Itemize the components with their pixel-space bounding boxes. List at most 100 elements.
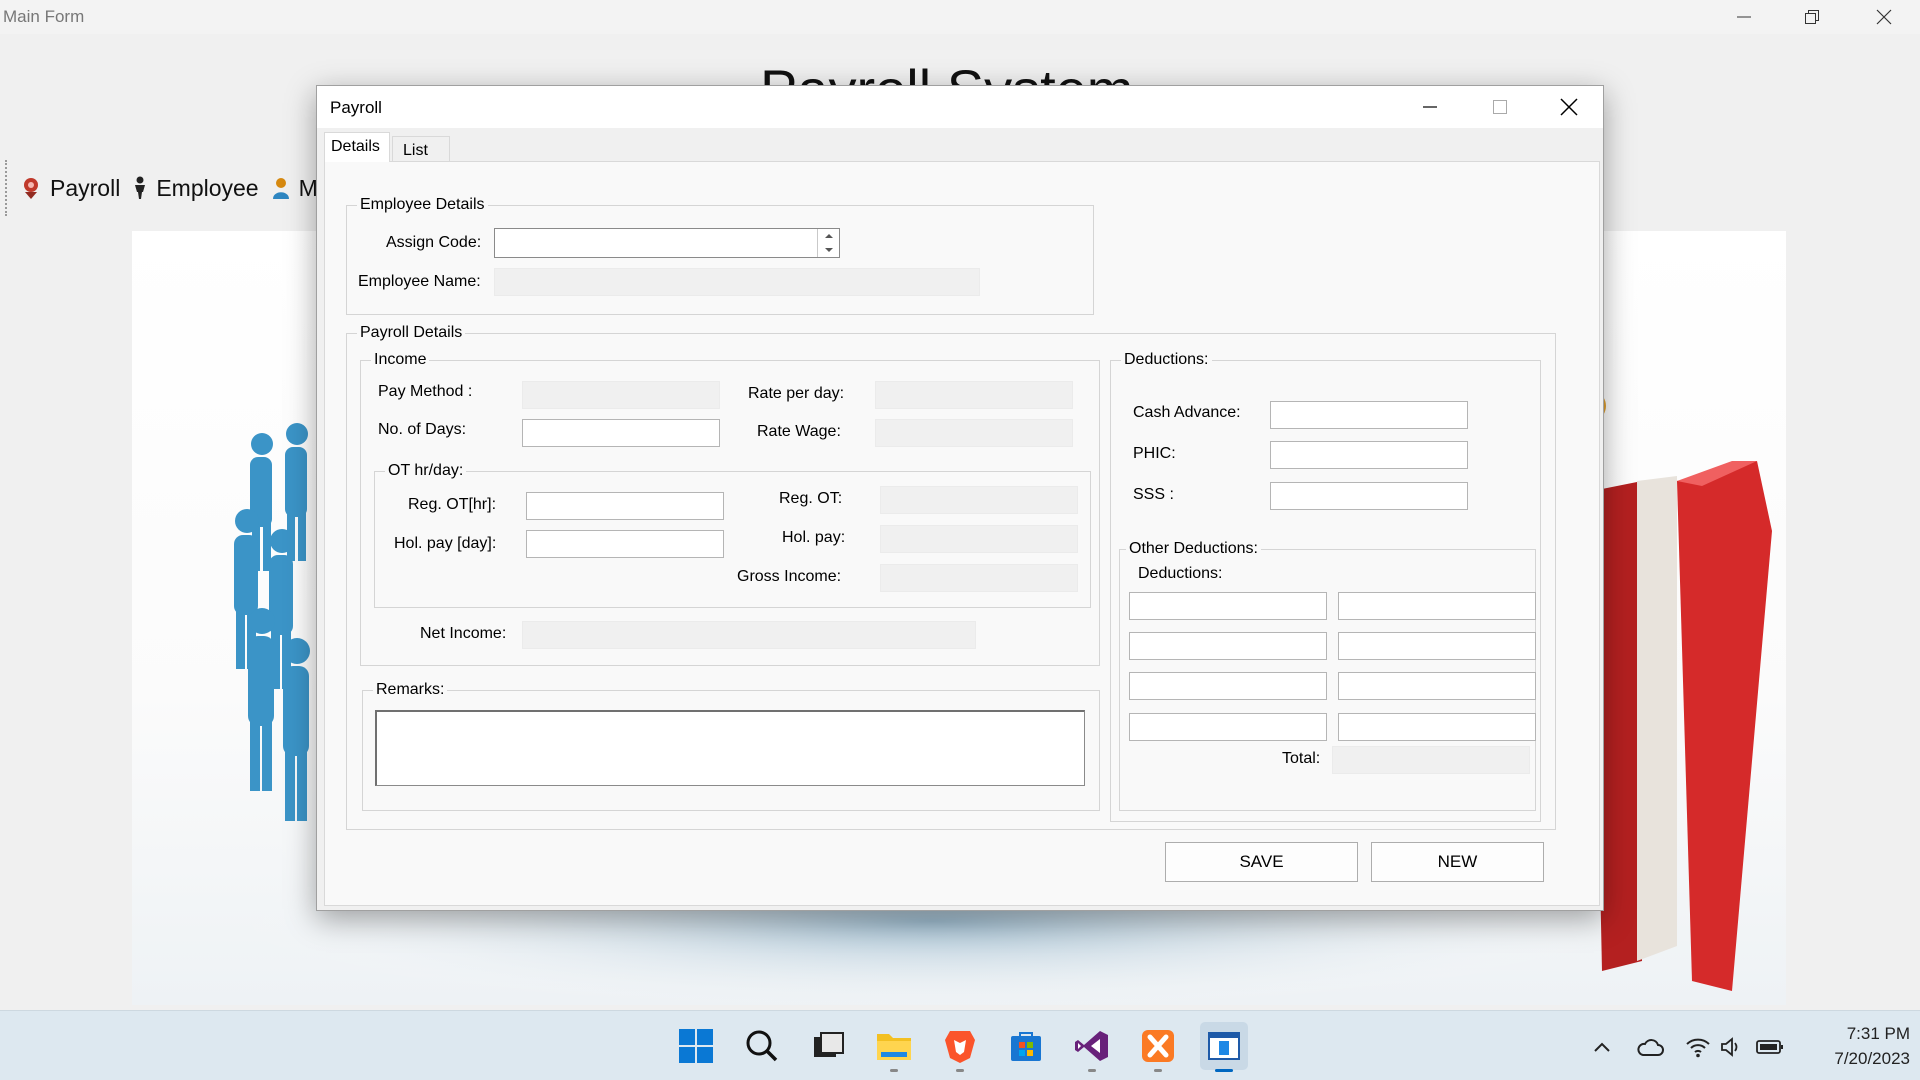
income-legend: Income (371, 351, 430, 369)
minimize-button[interactable] (1710, 0, 1778, 34)
employee-details-group: Employee Details Assign Code: Employee N… (346, 196, 1094, 315)
dialog-minimize-button[interactable] (1396, 86, 1464, 128)
tab-details[interactable]: Details (324, 132, 390, 162)
no-of-days-label: No. of Days: (378, 421, 467, 438)
other-deductions-group: Other Deductions: Deductions: Total: (1119, 540, 1536, 811)
cash-advance-label: Cash Advance: (1133, 404, 1241, 421)
gross-income-field (880, 564, 1078, 592)
hol-pay-field (880, 525, 1078, 553)
clock-date: 7/20/2023 (1834, 1049, 1910, 1068)
taskbar-microsoft-store[interactable] (1002, 1022, 1050, 1070)
show-hidden-icons-button[interactable] (1588, 1034, 1616, 1060)
taskbar-clock[interactable]: 7:31 PM 7/20/2023 (1800, 1021, 1910, 1071)
details-tab-page: Employee Details Assign Code: Employee N… (324, 161, 1600, 906)
spin-down-button[interactable] (818, 243, 839, 257)
other-deduction-amount-2[interactable] (1338, 632, 1536, 660)
main-toolbar: Payroll Employee M (0, 156, 340, 220)
running-indicator (1154, 1069, 1162, 1072)
onedrive-tray-button[interactable] (1636, 1034, 1664, 1060)
payroll-title: Payroll (330, 98, 382, 117)
employee-name-field (494, 268, 980, 296)
minimize-icon (1423, 106, 1437, 108)
reg-ot-hr-label: Reg. OT[hr]: (408, 496, 497, 513)
windows-start-icon (679, 1029, 713, 1063)
sss-label: SSS : (1133, 486, 1174, 503)
hol-pay-day-input[interactable] (526, 530, 724, 558)
toolbar-grip[interactable] (5, 160, 8, 216)
other-deduction-name-4[interactable] (1129, 713, 1327, 741)
toolbar-item-employee[interactable]: Employee (132, 174, 259, 202)
user-icon (272, 178, 289, 199)
toolbar-item-payroll[interactable]: Payroll (20, 175, 120, 202)
phic-input[interactable] (1270, 441, 1468, 469)
toolbar-item-label: Payroll (50, 174, 121, 201)
toolbar-item-label: Employee (156, 174, 259, 201)
assign-code-spinner[interactable] (817, 229, 839, 257)
chevron-up-icon (1594, 1042, 1610, 1052)
employee-icon (135, 176, 146, 199)
save-button[interactable]: SAVE (1165, 842, 1358, 882)
payroll-app-icon (1208, 1032, 1240, 1060)
other-deduction-name-2[interactable] (1129, 632, 1327, 660)
other-deduction-amount-4[interactable] (1338, 713, 1536, 741)
volume-tray-button[interactable] (1718, 1034, 1746, 1060)
net-income-field (522, 621, 976, 649)
payroll-details-legend: Payroll Details (357, 324, 466, 342)
phic-label: PHIC: (1133, 445, 1176, 462)
other-deduction-name-3[interactable] (1129, 672, 1327, 700)
running-indicator (890, 1069, 898, 1072)
cash-advance-input[interactable] (1270, 401, 1468, 429)
taskbar-start-button[interactable] (672, 1022, 720, 1070)
tab-list[interactable]: List (392, 136, 450, 162)
total-field (1332, 746, 1530, 774)
hol-pay-label: Hol. pay: (782, 529, 846, 546)
sss-input[interactable] (1270, 482, 1468, 510)
ot-legend: OT hr/day: (385, 462, 467, 480)
close-button[interactable] (1850, 0, 1918, 34)
toolbar-item-m[interactable]: M (271, 175, 318, 202)
volume-icon (1721, 1037, 1738, 1057)
taskbar-payroll-app[interactable] (1200, 1022, 1248, 1072)
reg-ot-field (880, 486, 1078, 514)
other-deduction-amount-1[interactable] (1338, 592, 1536, 620)
remarks-group: Remarks: (362, 681, 1100, 811)
restore-button[interactable] (1778, 0, 1846, 34)
cloud-icon (1637, 1039, 1664, 1056)
no-of-days-input[interactable] (522, 419, 720, 447)
other-deduction-name-1[interactable] (1129, 592, 1327, 620)
spin-up-button[interactable] (818, 229, 839, 243)
close-icon (1876, 9, 1892, 25)
taskbar-task-view-button[interactable] (804, 1022, 852, 1070)
remarks-textarea[interactable] (375, 710, 1085, 786)
other-deduction-amount-3[interactable] (1338, 672, 1536, 700)
restore-icon (1805, 10, 1819, 24)
payroll-dialog: Payroll Details List Employee Details As… (316, 85, 1604, 911)
minimize-icon (1737, 16, 1751, 18)
taskbar: 7:31 PM 7/20/2023 (0, 1010, 1920, 1080)
chevron-up-icon (824, 234, 833, 238)
taskbar-search-button[interactable] (738, 1022, 786, 1070)
assign-code-label: Assign Code: (386, 234, 482, 251)
taskbar-visual-studio[interactable] (1068, 1022, 1116, 1072)
reg-ot-hr-input[interactable] (526, 492, 724, 520)
battery-tray-button[interactable] (1756, 1034, 1784, 1060)
main-form-titlebar: Main Form (0, 0, 1920, 34)
dialog-maximize-button[interactable] (1466, 86, 1534, 128)
wifi-icon (1686, 1038, 1710, 1058)
chevron-down-icon (824, 248, 833, 252)
battery-icon (1756, 1040, 1783, 1054)
taskbar-brave-browser[interactable] (936, 1022, 984, 1072)
xampp-icon (1142, 1030, 1174, 1062)
assign-code-field[interactable] (494, 228, 840, 258)
rate-wage-label: Rate Wage: (757, 423, 841, 440)
taskbar-file-explorer[interactable] (870, 1022, 918, 1072)
deductions-group: Deductions: Cash Advance: PHIC: SSS : Ot… (1110, 351, 1541, 822)
network-tray-button[interactable] (1684, 1034, 1712, 1060)
pay-method-label: Pay Method : (378, 383, 473, 400)
taskbar-xampp[interactable] (1134, 1022, 1182, 1072)
deductions-legend: Deductions: (1121, 351, 1212, 369)
new-button[interactable]: NEW (1371, 842, 1544, 882)
pay-method-field (522, 381, 720, 409)
running-indicator (1088, 1069, 1096, 1072)
dialog-close-button[interactable] (1535, 86, 1603, 128)
